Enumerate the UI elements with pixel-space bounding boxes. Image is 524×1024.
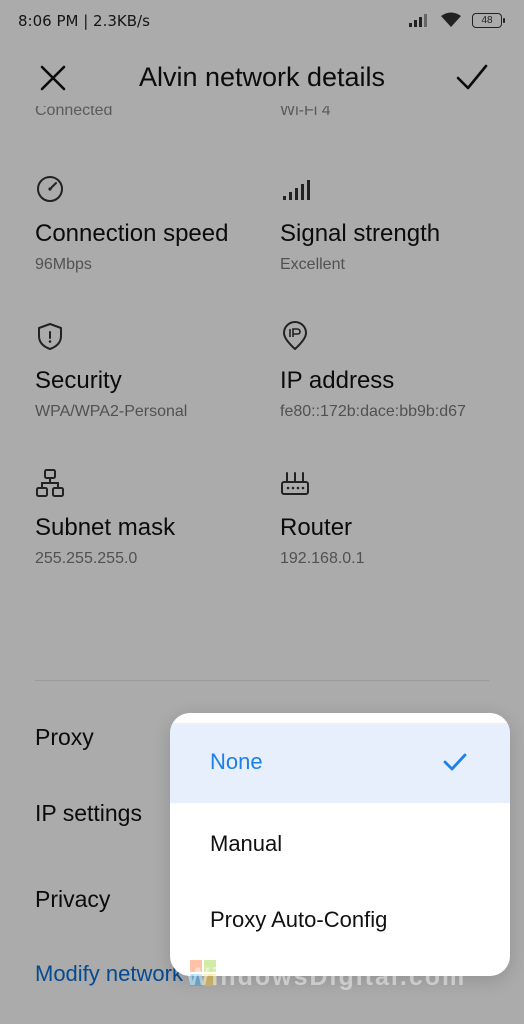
- option-label: Manual: [210, 831, 283, 856]
- screen: 8:06 PM | 2.3KB/s 48 Alvin network detai…: [0, 0, 524, 1024]
- proxy-option-auto-config[interactable]: Proxy Auto-Config: [170, 881, 510, 961]
- option-label: None: [210, 749, 263, 774]
- proxy-option-none[interactable]: None: [170, 723, 510, 803]
- checkmark-icon: [443, 753, 467, 771]
- proxy-option-manual[interactable]: Manual: [170, 805, 510, 885]
- option-label: Proxy Auto-Config: [210, 907, 388, 932]
- proxy-options-popup: None Manual Proxy Auto-Config: [170, 713, 510, 976]
- watermark: WindowsDigital.com: [186, 963, 467, 991]
